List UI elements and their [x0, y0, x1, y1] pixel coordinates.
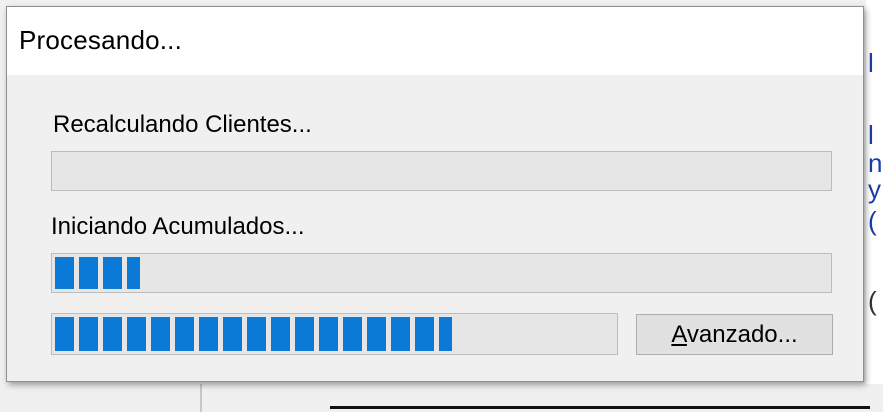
background-glyph: l — [868, 48, 874, 78]
progress-bar-secondary — [51, 253, 832, 293]
background-divider — [200, 384, 202, 412]
progress-bar-primary — [51, 151, 832, 191]
background-glyph: n — [868, 148, 883, 178]
dialog-body: Recalculando Clientes... Iniciando Acumu… — [7, 75, 863, 381]
advanced-button[interactable]: Avanzado... — [636, 314, 833, 355]
background-glyph: l — [868, 120, 874, 150]
background-glyph: ( — [868, 206, 877, 236]
background-glyph: ( — [868, 286, 877, 316]
status-label-primary: Recalculando Clientes... — [53, 111, 312, 138]
processing-dialog: Procesando... Recalculando Clientes... I… — [6, 6, 864, 382]
progress-fill — [55, 257, 140, 289]
dialog-titlebar[interactable]: Procesando... — [7, 7, 863, 75]
advanced-button-label: vanzado... — [686, 321, 798, 348]
progress-bar-overall — [51, 313, 618, 355]
advanced-button-mnemonic: A — [671, 321, 687, 348]
status-label-secondary: Iniciando Acumulados... — [51, 213, 305, 240]
dialog-title: Procesando... — [19, 25, 183, 55]
progress-fill — [55, 317, 452, 351]
background-field — [330, 384, 870, 409]
background-glyph: y — [868, 174, 881, 204]
